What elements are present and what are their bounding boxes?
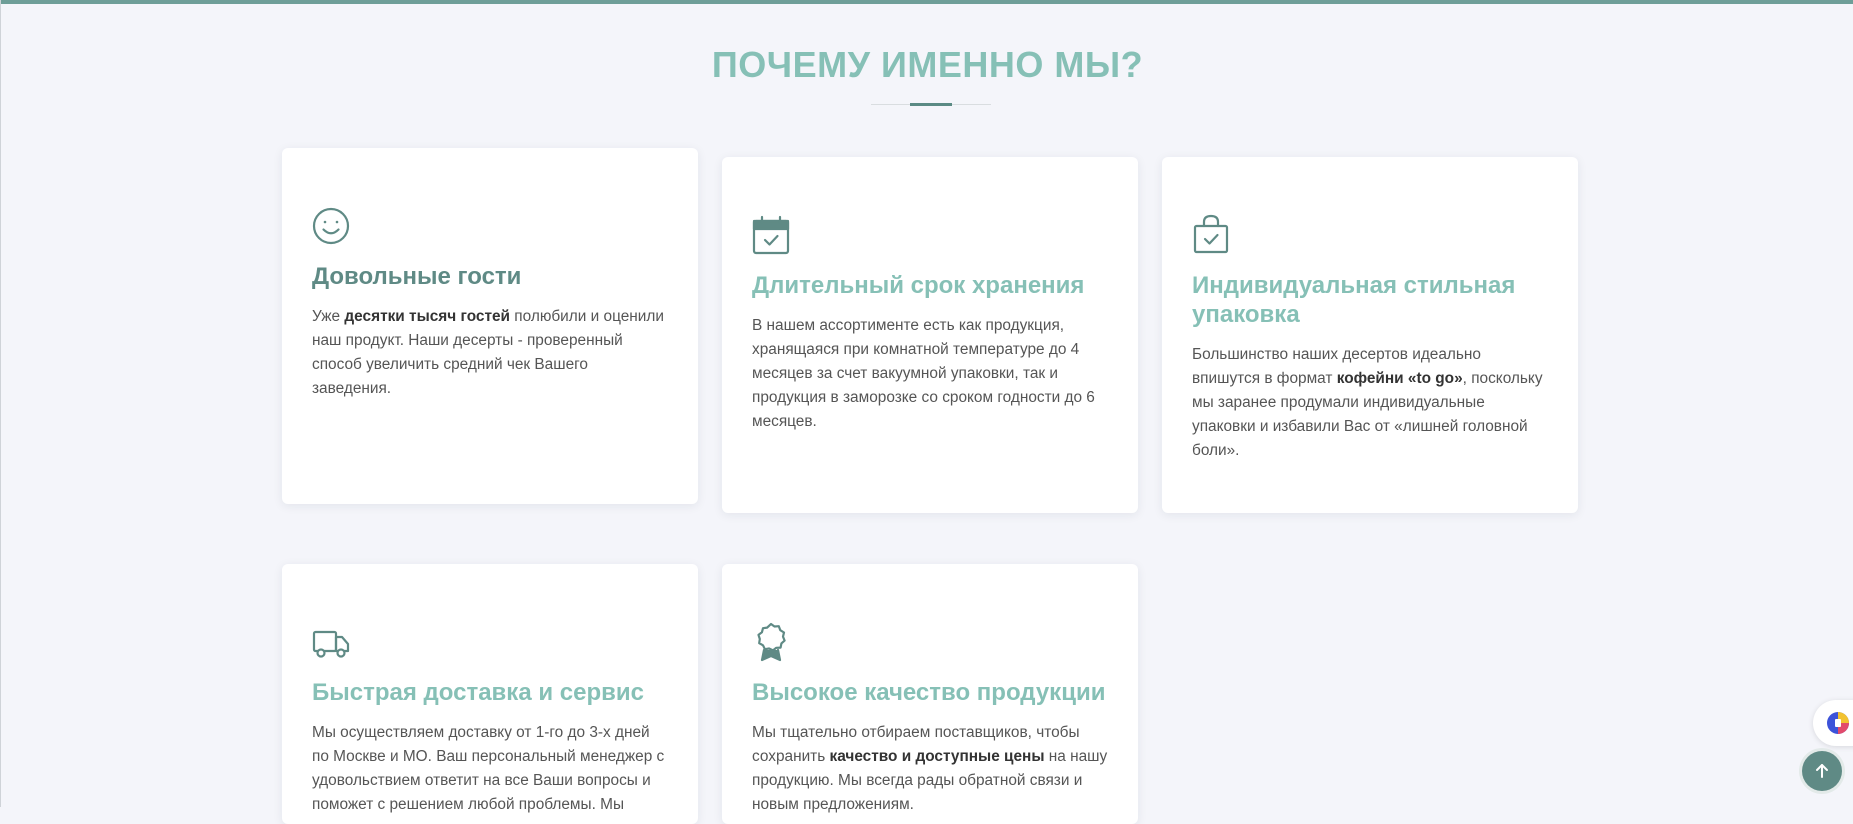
feature-title: Длительный срок хранения — [752, 272, 1085, 299]
shopping-bag-check-icon — [1192, 214, 1230, 254]
title-divider-accent — [910, 103, 952, 106]
feature-title: Быстрая доставка и сервис — [312, 679, 644, 706]
delivery-truck-icon — [312, 622, 350, 662]
title-divider — [871, 103, 991, 106]
feature-text: Большинство наших десертов идеально впиш… — [1192, 346, 1543, 459]
feature-text: Мы осуществляем доставку от 1-го до 3-х … — [312, 724, 665, 813]
scroll-to-top-button[interactable] — [1802, 751, 1842, 791]
chat-widget-icon — [1827, 712, 1849, 734]
arrow-up-icon — [1816, 764, 1828, 778]
top-accent-bar — [1, 0, 1853, 4]
smiley-icon — [312, 206, 350, 246]
feature-title: Высокое качество продукции — [752, 679, 1106, 706]
section-title: ПОЧЕМУ ИМЕННО МЫ? — [711, 44, 1144, 85]
chat-widget-button[interactable] — [1813, 700, 1853, 746]
award-badge-icon — [752, 622, 790, 662]
feature-card-happy-guests: Довольные гости Уже десятки тысяч гостей… — [282, 148, 698, 504]
feature-title: Индивидуальная стильная упаковка — [1192, 272, 1516, 328]
feature-text: Уже десятки тысяч гостей полюбили и оцен… — [312, 308, 664, 397]
calendar-check-icon — [752, 215, 790, 255]
feature-text: Мы тщательно отбираем поставщиков, чтобы… — [752, 724, 1108, 813]
feature-card-long-shelf-life: Длительный срок хранения В нашем ассорти… — [722, 157, 1138, 513]
feature-text: В нашем ассортименте есть как продукция,… — [752, 317, 1095, 430]
feature-title: Довольные гости — [312, 263, 522, 290]
feature-card-stylish-packaging: Индивидуальная стильная упаковка Большин… — [1162, 157, 1578, 513]
feature-card-high-quality: Высокое качество продукции Мы тщательно … — [722, 564, 1138, 824]
feature-card-fast-delivery: Быстрая доставка и сервис Мы осуществляе… — [282, 564, 698, 824]
